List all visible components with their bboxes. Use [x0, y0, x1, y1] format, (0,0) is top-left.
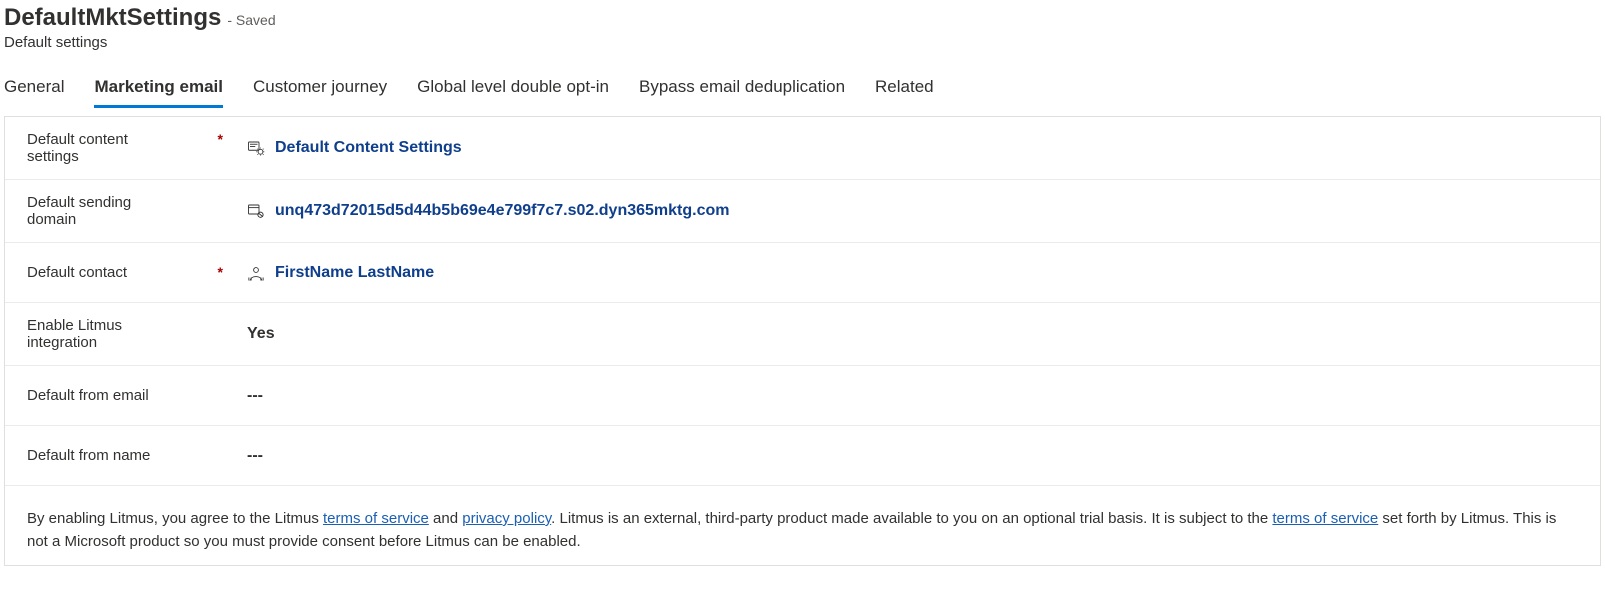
domain-record-icon [247, 202, 265, 220]
terms-of-service-link[interactable]: terms of service [323, 510, 429, 527]
tab-customer-journey[interactable]: Customer journey [253, 77, 387, 108]
field-label: Enable Litmus integration [27, 317, 177, 351]
field-default-from-email: Default from email --- [5, 366, 1600, 426]
field-label: Default contact [27, 264, 127, 281]
required-marker: * [218, 131, 247, 147]
field-enable-litmus: Enable Litmus integration Yes [5, 303, 1600, 366]
field-value-text[interactable]: Yes [247, 325, 275, 343]
tab-related[interactable]: Related [875, 77, 934, 108]
tab-bypass-dedup[interactable]: Bypass email deduplication [639, 77, 845, 108]
privacy-policy-link[interactable]: privacy policy [462, 510, 551, 527]
field-label: Default content settings [27, 131, 177, 165]
field-value-text: unq473d72015d5d44b5b69e4e799f7c7.s02.dyn… [275, 202, 729, 220]
field-value-text: FirstName LastName [275, 264, 434, 282]
tab-marketing-email[interactable]: Marketing email [94, 77, 223, 108]
consent-text: By enabling Litmus, you agree to the Lit… [27, 510, 323, 527]
litmus-consent-text: By enabling Litmus, you agree to the Lit… [5, 486, 1600, 565]
terms-of-service-link-2[interactable]: terms of service [1272, 510, 1378, 527]
required-marker: * [218, 264, 247, 280]
contact-record-icon [247, 264, 265, 282]
page-title: DefaultMktSettings [4, 4, 221, 32]
field-label: Default from email [27, 387, 149, 404]
field-default-contact: Default contact * FirstName LastName [5, 243, 1600, 303]
form-panel: Default content settings * Default Conte… [4, 116, 1601, 566]
tab-double-optin[interactable]: Global level double opt-in [417, 77, 609, 108]
field-default-from-name: Default from name --- [5, 426, 1600, 486]
field-label: Default sending domain [27, 194, 177, 228]
consent-text: . Litmus is an external, third-party pro… [551, 510, 1272, 527]
field-value-lookup[interactable]: unq473d72015d5d44b5b69e4e799f7c7.s02.dyn… [247, 202, 729, 220]
page-subtitle: Default settings [4, 34, 1601, 51]
consent-text: and [429, 510, 462, 527]
field-value-text[interactable]: --- [247, 447, 263, 465]
save-status: - Saved [227, 12, 275, 28]
field-value-text: Default Content Settings [275, 139, 462, 157]
settings-record-icon [247, 139, 265, 157]
field-value-lookup[interactable]: FirstName LastName [247, 264, 434, 282]
tab-bar: General Marketing email Customer journey… [4, 77, 1601, 108]
field-label: Default from name [27, 447, 150, 464]
field-default-content-settings: Default content settings * Default Conte… [5, 117, 1600, 180]
field-default-sending-domain: Default sending domain unq473d72015d5d44… [5, 180, 1600, 243]
title-row: DefaultMktSettings - Saved [4, 4, 1601, 32]
field-value-lookup[interactable]: Default Content Settings [247, 139, 462, 157]
field-value-text[interactable]: --- [247, 387, 263, 405]
tab-general[interactable]: General [4, 77, 64, 108]
page-header: DefaultMktSettings - Saved Default setti… [4, 4, 1601, 57]
